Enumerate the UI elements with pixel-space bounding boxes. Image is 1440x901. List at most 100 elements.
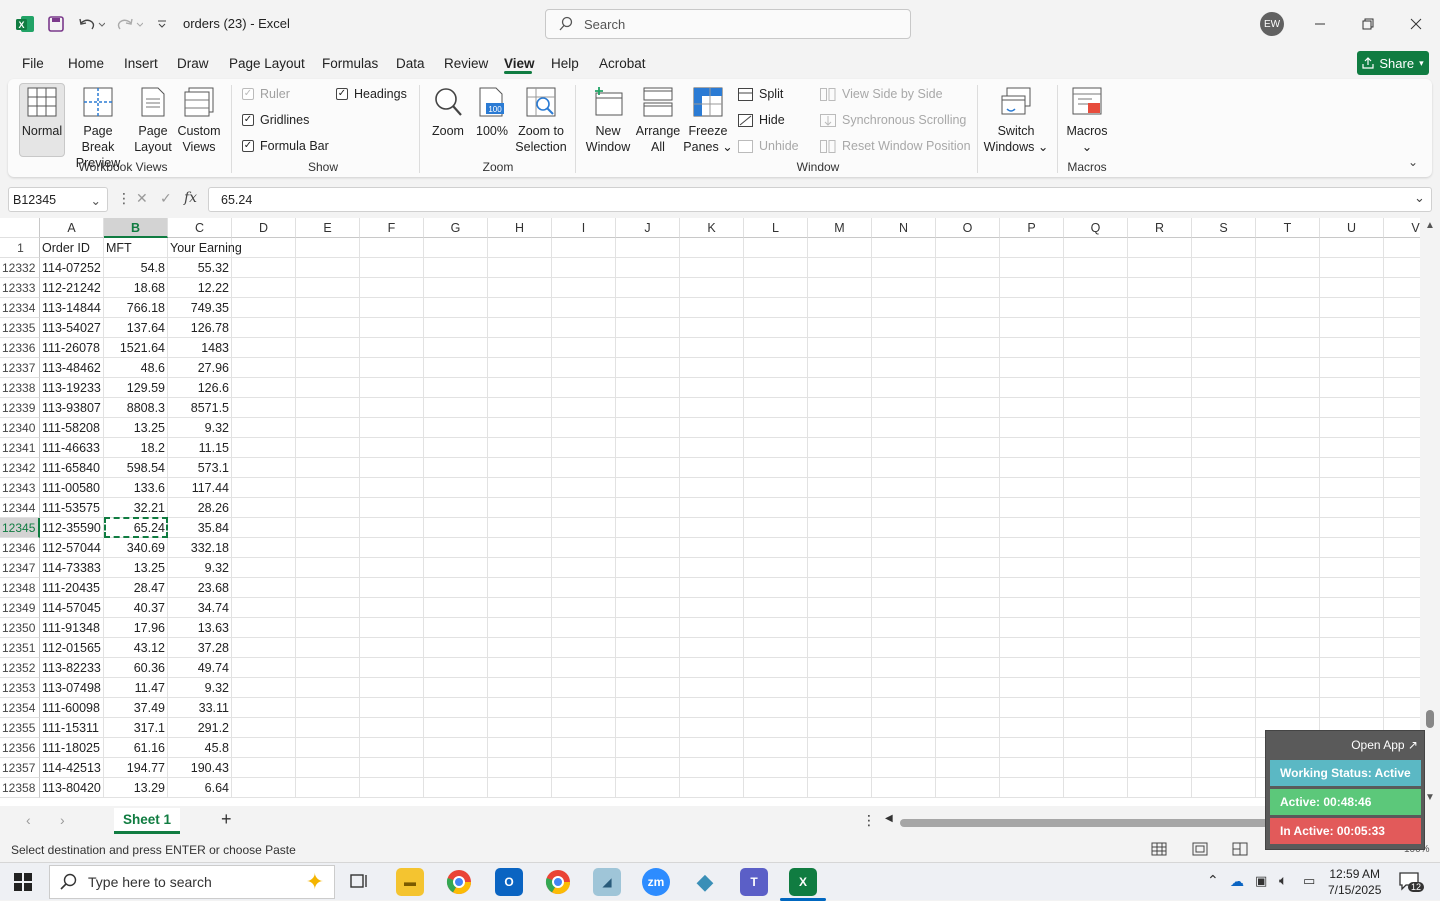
table-cell[interactable] [1320,558,1384,578]
horizontal-scroll-thumb[interactable] [900,819,1270,827]
table-cell[interactable]: 573.1 [168,458,232,478]
table-cell[interactable]: 126.6 [168,378,232,398]
table-cell[interactable] [1064,398,1128,418]
table-cell[interactable] [360,278,424,298]
table-cell[interactable] [552,398,616,418]
table-cell[interactable] [1320,638,1384,658]
table-cell[interactable] [872,518,936,538]
table-cell[interactable] [936,278,1000,298]
table-cell[interactable] [552,358,616,378]
table-cell[interactable] [680,418,744,438]
scroll-down-icon[interactable]: ▼ [1425,792,1435,803]
table-cell[interactable] [488,738,552,758]
table-cell[interactable] [424,338,488,358]
table-cell[interactable] [296,238,360,258]
row-header[interactable]: 12332 [0,258,40,278]
table-cell[interactable]: 8571.5 [168,398,232,418]
table-cell[interactable] [1192,778,1256,798]
table-cell[interactable] [1256,678,1320,698]
table-cell[interactable] [808,578,872,598]
table-cell[interactable] [1192,518,1256,538]
table-cell[interactable] [808,378,872,398]
table-cell[interactable] [552,278,616,298]
row-header[interactable]: 12351 [0,638,40,658]
table-cell[interactable] [1000,778,1064,798]
table-cell[interactable] [1000,618,1064,638]
menu-review[interactable]: Review [444,56,488,71]
table-cell[interactable] [680,758,744,778]
column-header-t[interactable]: T [1256,218,1320,238]
table-cell[interactable] [680,398,744,418]
table-cell[interactable] [1000,258,1064,278]
column-header-r[interactable]: R [1128,218,1192,238]
table-cell[interactable] [1320,278,1384,298]
table-cell[interactable] [1192,478,1256,498]
table-cell[interactable] [744,398,808,418]
table-cell[interactable] [360,638,424,658]
row-header[interactable]: 12358 [0,778,40,798]
table-cell[interactable] [1256,438,1320,458]
table-cell[interactable]: 13.25 [104,558,168,578]
table-cell[interactable] [808,658,872,678]
table-cell[interactable] [1256,258,1320,278]
table-cell[interactable] [360,238,424,258]
table-cell[interactable] [424,598,488,618]
table-cell[interactable] [488,538,552,558]
table-cell[interactable] [232,598,296,618]
table-cell[interactable] [680,238,744,258]
row-header[interactable]: 12349 [0,598,40,618]
table-cell[interactable] [1192,538,1256,558]
table-cell[interactable] [744,678,808,698]
table-cell[interactable] [296,538,360,558]
table-cell[interactable] [1064,738,1128,758]
table-cell[interactable] [1256,338,1320,358]
table-cell[interactable] [1064,478,1128,498]
table-cell[interactable] [424,638,488,658]
table-cell[interactable] [1064,298,1128,318]
table-cell[interactable] [936,658,1000,678]
table-cell[interactable] [808,478,872,498]
table-cell[interactable] [1384,618,1420,638]
onedrive-icon[interactable]: ☁ [1230,873,1244,890]
row-header[interactable]: 12336 [0,338,40,358]
table-cell[interactable] [1320,338,1384,358]
table-cell[interactable] [872,678,936,698]
table-cell[interactable] [296,338,360,358]
table-cell[interactable] [680,498,744,518]
table-cell[interactable] [488,578,552,598]
table-cell[interactable] [232,618,296,638]
table-cell[interactable]: 1483 [168,338,232,358]
table-cell[interactable] [616,398,680,418]
table-cell[interactable]: 45.8 [168,738,232,758]
table-cell[interactable]: 49.74 [168,658,232,678]
table-cell[interactable] [360,338,424,358]
table-cell[interactable] [1192,638,1256,658]
table-cell[interactable]: 113-93807 [40,398,104,418]
column-header-i[interactable]: I [552,218,616,238]
table-cell[interactable] [360,698,424,718]
table-cell[interactable] [1064,418,1128,438]
table-cell[interactable]: 317.1 [104,718,168,738]
table-cell[interactable]: 111-18025 [40,738,104,758]
table-cell[interactable]: 13.63 [168,618,232,638]
table-cell[interactable] [360,418,424,438]
table-cell[interactable] [232,658,296,678]
table-cell[interactable] [680,278,744,298]
table-cell[interactable]: 23.68 [168,578,232,598]
table-cell[interactable] [488,698,552,718]
name-box[interactable]: B12345 ⌄ [8,187,108,212]
table-cell[interactable]: 113-19233 [40,378,104,398]
table-cell[interactable] [232,638,296,658]
sheet-tab[interactable]: Sheet 1 [114,808,180,834]
table-cell[interactable] [296,678,360,698]
table-cell[interactable] [360,678,424,698]
table-cell[interactable] [872,338,936,358]
menu-home[interactable]: Home [68,56,104,71]
table-cell[interactable] [424,438,488,458]
table-cell[interactable] [744,698,808,718]
table-cell[interactable] [1000,458,1064,478]
table-cell[interactable]: 194.77 [104,758,168,778]
table-cell[interactable] [424,538,488,558]
table-cell[interactable] [296,758,360,778]
column-header-b[interactable]: B [104,218,168,238]
